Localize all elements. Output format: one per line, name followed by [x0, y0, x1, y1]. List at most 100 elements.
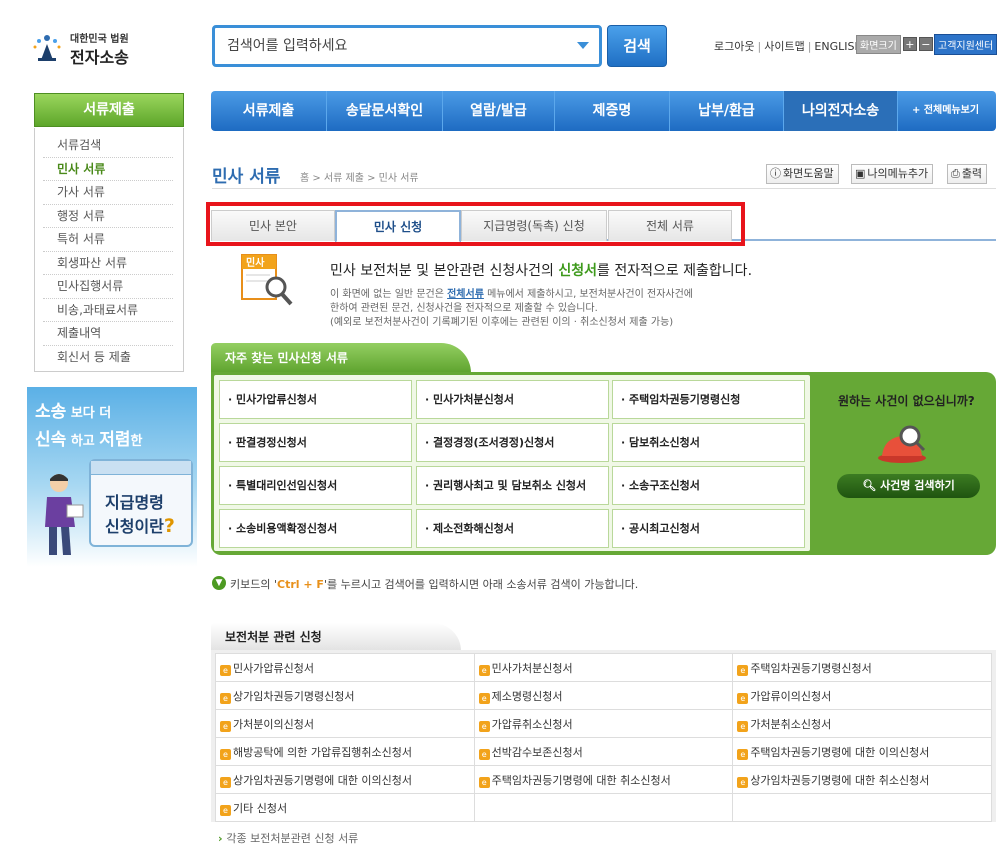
sidebar-item-administrative[interactable]: 행정 서류 [43, 205, 173, 228]
frequent-item[interactable]: · 특별대리인선임신청서 [219, 466, 412, 505]
intro-body: 이 화면에 없는 일반 문건은 전체서류 메뉴에서 제출하시고, 보전처분사건이… [330, 289, 693, 328]
sidebar-item-bankruptcy[interactable]: 회생파산 서류 [43, 252, 173, 275]
table-row: e 민사가압류신청서 e 민사가처분신청서 e 주택임차권등기명령신청서 [215, 653, 992, 682]
related-more-link[interactable]: › 각종 보전처분관련 신청 서류 [218, 830, 358, 846]
top-links: 로그아웃 | 사이트맵 | ENGLISH [714, 38, 863, 54]
document-icon: e [478, 748, 490, 760]
document-icon: e [737, 720, 749, 732]
document-icon: e [220, 776, 231, 788]
nav-item-delivery[interactable]: 송달문서확인 [327, 91, 443, 131]
document-icon: e [737, 776, 749, 788]
document-icon: e [737, 692, 749, 704]
table-row: e 기타 신청서 [215, 793, 992, 822]
person-illustration-icon [45, 474, 84, 555]
nav-all-menu[interactable]: + 전체메뉴보기 [898, 91, 979, 131]
nav-item-certificate[interactable]: 제증명 [555, 91, 670, 131]
intro-icon-label: 민사 [246, 256, 265, 269]
sitemap-link[interactable]: 사이트맵 [764, 40, 804, 53]
frequent-item[interactable]: · 결정경정(조서경정)신청서 [416, 423, 609, 462]
magnifier-icon: 🔍︎ [862, 479, 881, 492]
all-documents-link[interactable]: 전체서류 [447, 289, 484, 300]
frequent-item[interactable]: · 제소전화해신청서 [416, 509, 609, 548]
search-dropdown-icon[interactable] [577, 42, 589, 49]
document-icon: e [220, 804, 231, 816]
siren-icon [878, 425, 926, 463]
separator: | [757, 40, 762, 53]
sidebar-item-search[interactable]: 서류검색 [43, 134, 173, 158]
related-item[interactable]: e 주택임차권등기명령신청서 [732, 653, 992, 682]
sidebar-title: 서류제출 [34, 93, 184, 127]
nav-item-submit[interactable]: 서류제출 [211, 91, 327, 131]
frequent-item[interactable]: · 소송비용액확정신청서 [219, 509, 412, 548]
intro-heading: 민사 보전처분 및 본안관련 신청사건의 신청서를 전자적으로 제출합니다. [330, 263, 753, 279]
table-row: e 상가임차권등기명령신청서 e 제소명령신청서 e 가압류이의신청서 [215, 681, 992, 710]
tab-highlight-box [206, 202, 745, 246]
frequent-item[interactable]: · 권리행사최고 및 담보취소 신청서 [416, 466, 609, 505]
sidebar-item-history[interactable]: 제출내역 [43, 322, 173, 346]
page-title: 민사 서류 [212, 167, 281, 187]
document-icon: e [478, 664, 490, 676]
related-item[interactable]: e 가처분취소신청서 [732, 709, 992, 738]
related-item[interactable]: e 상가임차권등기명령에 대한 취소신청서 [732, 765, 992, 794]
related-item[interactable]: e 상가임차권등기명령에 대한 이의신청서 [215, 765, 475, 794]
sidebar-item-reply[interactable]: 회신서 등 제출 [43, 346, 173, 370]
sidebar-item-noncontentious[interactable]: 비송,과태료서류 [43, 299, 173, 322]
table-row: e 해방공탁에 의한 가압류집행취소신청서 e 선박감수보존신청서 e 주택임차권등기… [215, 737, 992, 766]
banner-line2: 신속 하고 저렴한 [35, 430, 143, 450]
related-item[interactable]: e 상가임차권등기명령신청서 [215, 681, 475, 710]
related-item[interactable]: e 민사가처분신청서 [473, 653, 734, 682]
add-my-menu-button[interactable]: ▣ 나의메뉴추가 [851, 164, 934, 184]
sidebar-item-family[interactable]: 가사 서류 [43, 181, 173, 205]
related-item[interactable]: e 가압류취소신청서 [473, 709, 734, 738]
font-size-minus-button[interactable]: − [918, 37, 933, 51]
related-item[interactable]: e 주택임차권등기명령에 대한 이의신청서 [732, 737, 992, 766]
document-icon: e [220, 692, 231, 704]
no-case-question: 원하는 사건이 없으십니까? [838, 394, 975, 408]
sidebar-item-patent[interactable]: 특허 서류 [43, 228, 173, 252]
nav-item-payment[interactable]: 납부/환급 [670, 91, 784, 131]
sidebar-item-civil[interactable]: 민사 서류 [43, 158, 173, 181]
nav-item-view[interactable]: 열람/발급 [443, 91, 555, 131]
related-applications-box: e 민사가압류신청서 e 민사가처분신청서 e 주택임차권등기명령신청서 e 상가임차권… [211, 650, 996, 822]
frequent-item[interactable]: · 공시최고신청서 [612, 509, 805, 548]
frequent-item[interactable]: · 민사가처분신청서 [416, 380, 609, 419]
case-name-search-button[interactable]: 🔍︎ 사건명 검색하기 [837, 474, 980, 498]
related-item[interactable]: e 기타 신청서 [215, 793, 475, 822]
document-icon: e [220, 748, 231, 760]
empty-cell [473, 793, 734, 822]
logout-link[interactable]: 로그아웃 [714, 40, 754, 53]
search-input[interactable] [215, 28, 555, 64]
sidebar-item-execution[interactable]: 민사집행서류 [43, 275, 173, 299]
help-button[interactable]: ⓘ 화면도움말 [766, 164, 839, 184]
frequent-item[interactable]: · 담보취소신청서 [612, 423, 805, 462]
document-icon: e [478, 776, 490, 788]
empty-cell [732, 793, 992, 822]
nav-item-my-ecourt[interactable]: 나의전자소송 [784, 91, 898, 131]
font-size-plus-button[interactable]: + [902, 37, 917, 51]
calendar-header [91, 461, 191, 475]
document-icon: e [220, 720, 231, 732]
related-item[interactable]: e 주택임차권등기명령에 대한 취소신청서 [473, 765, 734, 794]
table-row: e 가처분이의신청서 e 가압류취소신청서 e 가처분취소신청서 [215, 709, 992, 738]
keyboard-hint: 키보드의 'Ctrl + F'를 누르시고 검색어를 입력하시면 아래 소송서류… [230, 578, 639, 591]
related-item[interactable]: e 가압류이의신청서 [732, 681, 992, 710]
court-emblem-icon [33, 35, 61, 61]
table-row: e 상가임차권등기명령에 대한 이의신청서 e 주택임차권등기명령에 대한 취소신청… [215, 765, 992, 794]
related-item[interactable]: e 선박감수보존신청서 [473, 737, 734, 766]
customer-center-button[interactable]: 고객지원센터 [934, 34, 998, 55]
frequent-item[interactable]: · 소송구조신청서 [612, 466, 805, 505]
search-button[interactable]: 검색 [607, 25, 667, 67]
court-logo[interactable]: 대한민국 법원 전자소송 [30, 28, 140, 68]
frequent-item[interactable]: · 주택임차권등기명령신청 [612, 380, 805, 419]
frequent-docs-title: 자주 찾는 민사신청 서류 [211, 343, 471, 373]
related-item[interactable]: e 해방공탁에 의한 가압류집행취소신청서 [215, 737, 475, 766]
print-button[interactable]: ⎙ 출력 [947, 164, 988, 184]
frequent-item[interactable]: · 판결경정신청서 [219, 423, 412, 462]
banner-calendar-line1: 지급명령 [105, 493, 164, 512]
frequent-item[interactable]: · 민사가압류신청서 [219, 380, 412, 419]
related-item[interactable]: e 제소명령신청서 [473, 681, 734, 710]
banner-calendar-line2: 신청이란? [105, 515, 175, 537]
related-item[interactable]: e 가처분이의신청서 [215, 709, 475, 738]
payment-order-banner[interactable]: 소송 보다 더 신속 하고 저렴한 지급명령 신청이란? [27, 387, 197, 567]
related-item[interactable]: e 민사가압류신청서 [215, 653, 475, 682]
